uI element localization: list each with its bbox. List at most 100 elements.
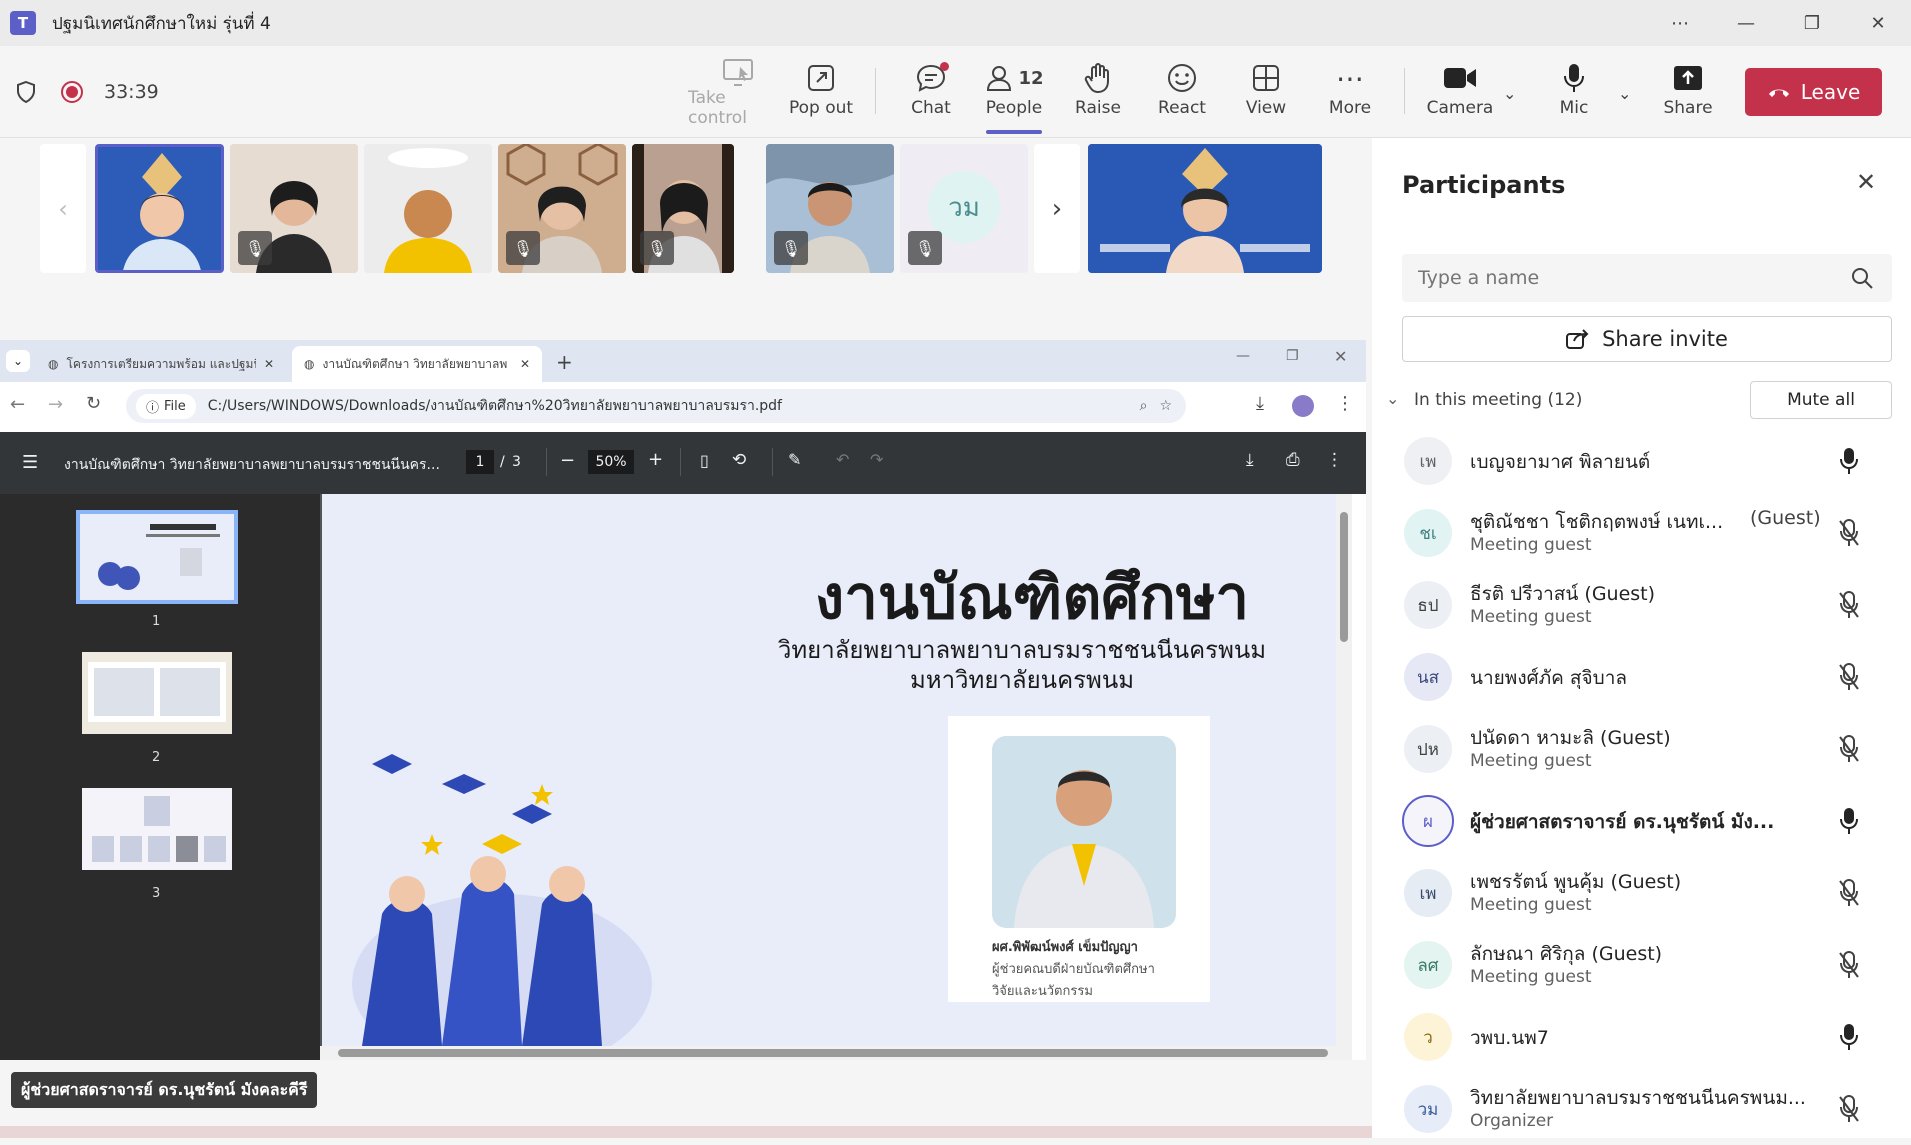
participant-row[interactable]: วม วิทยาลัยพยาบาลบรมราชชนนีนครพนม... Organ… — [1372, 1073, 1911, 1145]
site-info-chip[interactable]: ⓘ File — [136, 393, 196, 419]
participant-row[interactable]: ผ ผู้ช่วยศาสตราจารย์ ดร.นุชรัตน์ มัง... — [1372, 785, 1911, 857]
camera-button[interactable]: Camera — [1420, 58, 1500, 128]
horizontal-scrollbar[interactable] — [320, 1046, 1336, 1060]
zoom-icon[interactable]: ⌕ — [1140, 398, 1148, 414]
section-collapse-chevron-icon[interactable]: ⌄ — [1386, 389, 1399, 408]
scrollbar-thumb[interactable] — [1340, 512, 1348, 642]
thumbnail-preview — [82, 788, 232, 870]
mic-button[interactable]: Mic — [1534, 58, 1614, 128]
participant-row[interactable]: ชเ ชุติณัชชา โชติกฤตพงษ์ เนทเ... (Guest) Me… — [1372, 497, 1911, 569]
video-tile-active-speaker[interactable] — [95, 144, 224, 273]
tab-search-chevron-icon[interactable]: ⌄ — [6, 350, 30, 372]
redo-icon[interactable]: ↷ — [870, 450, 883, 469]
mic-off-icon[interactable] — [1837, 950, 1861, 980]
participant-row[interactable]: ว วพบ.นพ7 — [1372, 1001, 1911, 1073]
people-button[interactable]: 12 People — [974, 58, 1054, 134]
participant-row[interactable]: เพ เพชรรัตน์ พูนคุ้ม (Guest) Meeting guest — [1372, 857, 1911, 929]
strip-prev-button[interactable]: ‹ — [40, 144, 86, 273]
participant-search-input[interactable] — [1402, 254, 1842, 302]
print-icon[interactable]: ⎙ — [1286, 450, 1300, 470]
scrollbar-thumb[interactable] — [338, 1049, 1328, 1057]
new-tab-icon[interactable]: + — [556, 350, 573, 374]
leave-button[interactable]: Leave — [1745, 68, 1882, 116]
participant-row[interactable]: ปห ปนัดดา หามะลิ (Guest) Meeting guest — [1372, 713, 1911, 785]
restore-icon[interactable]: ❐ — [1779, 0, 1845, 46]
pdf-download-icon[interactable]: ⤓ — [1246, 450, 1254, 470]
mic-off-icon[interactable] — [1837, 734, 1861, 764]
participant-name: ธีรติ ปรีวาสน์ (Guest) — [1470, 583, 1656, 605]
raise-hand-button[interactable]: Raise — [1058, 58, 1138, 128]
mic-options-chevron-icon[interactable]: ⌄ — [1618, 84, 1631, 103]
thumbnail-page-2[interactable] — [82, 652, 232, 734]
chat-button[interactable]: Chat — [891, 58, 971, 128]
thumbnail-page-1[interactable] — [76, 510, 238, 604]
mic-off-icon[interactable] — [1837, 518, 1861, 548]
take-control-button[interactable]: Take control — [688, 58, 788, 128]
fit-page-icon[interactable]: ▯ — [700, 451, 709, 470]
video-tile[interactable]: 🎙 — [766, 144, 894, 273]
mic-off-icon[interactable] — [1837, 878, 1861, 908]
participant-row[interactable]: ลศ ลักษณา ศิริกุล (Guest) Meeting guest — [1372, 929, 1911, 1001]
tab-close-icon[interactable]: ✕ — [520, 357, 530, 371]
mic-off-icon[interactable] — [1837, 662, 1861, 692]
share-button[interactable]: Share — [1648, 58, 1728, 128]
pdf-more-icon[interactable]: ⋮ — [1326, 450, 1343, 470]
close-panel-icon[interactable]: ✕ — [1856, 168, 1876, 196]
more-button[interactable]: ⋯ More — [1310, 58, 1390, 128]
profile-avatar[interactable] — [1292, 395, 1314, 417]
zoom-out-icon[interactable]: − — [560, 450, 575, 471]
browser-tab-active[interactable]: ◍ งานบัณฑิตศึกษา วิทยาลัยพยาบาลพ ✕ — [292, 346, 542, 382]
browser-tab[interactable]: ◍ โครงการเตรียมความพร้อม และปฐมนิ ✕ — [36, 346, 286, 382]
browser-minimize-icon[interactable]: — — [1236, 348, 1250, 364]
pdf-sidebar-menu-icon[interactable]: ☰ — [22, 452, 38, 473]
mute-all-button[interactable]: Mute all — [1750, 381, 1892, 419]
video-tile[interactable]: 🎙 — [498, 144, 626, 273]
zoom-in-icon[interactable]: + — [648, 449, 663, 470]
pdf-viewer[interactable]: งานบัณฑิตศึกษา วิทยาลัยพยาบาลพยาบาลบรมรา… — [320, 494, 1352, 1060]
download-icon[interactable]: ⤓ — [1256, 393, 1264, 414]
pop-out-button[interactable]: Pop out — [781, 58, 861, 128]
profile-photo — [992, 736, 1176, 928]
mic-off-icon[interactable] — [1837, 1094, 1861, 1124]
mic-on-icon[interactable] — [1837, 1022, 1861, 1052]
participant-search-box[interactable] — [1402, 254, 1892, 302]
shield-icon[interactable] — [14, 80, 38, 104]
share-invite-button[interactable]: Share invite — [1402, 316, 1892, 362]
video-tile[interactable]: วม 🎙 — [900, 144, 1028, 273]
minimize-icon[interactable]: — — [1713, 0, 1779, 46]
rotate-icon[interactable]: ⟲ — [732, 450, 746, 470]
reload-icon[interactable]: ↻ — [86, 393, 101, 414]
react-button[interactable]: React — [1142, 58, 1222, 128]
url-input[interactable]: ⓘ File C:/Users/WINDOWS/Downloads/งานบัณฑ… — [126, 389, 1186, 423]
browser-restore-icon[interactable]: ❐ — [1286, 348, 1299, 364]
thumbnail-page-3[interactable] — [82, 788, 232, 870]
page-number-input[interactable]: 1 — [466, 450, 494, 474]
participant-avatar: ธป — [1404, 581, 1452, 629]
back-icon[interactable]: ← — [10, 394, 25, 415]
bookmark-star-icon[interactable]: ☆ — [1159, 398, 1172, 414]
vertical-scrollbar[interactable] — [1336, 494, 1352, 1060]
participant-row[interactable]: นส นายพงศ์ภัค สุจิบาล — [1372, 641, 1911, 713]
view-button[interactable]: View — [1226, 58, 1306, 128]
browser-close-icon[interactable]: ✕ — [1334, 347, 1347, 366]
video-tile[interactable]: 🎙 — [632, 144, 734, 273]
mic-off-icon[interactable] — [1837, 590, 1861, 620]
close-window-icon[interactable]: ✕ — [1845, 0, 1911, 46]
draw-icon[interactable]: ✎ — [788, 450, 801, 469]
mic-on-icon[interactable] — [1837, 806, 1861, 836]
more-options-icon[interactable]: ⋯ — [1647, 0, 1713, 46]
zoom-level-input[interactable]: 50% — [588, 450, 634, 474]
participant-row[interactable]: เพ เบญจยามาศ พิลายนต์ — [1372, 425, 1911, 497]
participant-row[interactable]: ธป ธีรติ ปรีวาสน์ (Guest) Meeting guest — [1372, 569, 1911, 641]
forward-icon[interactable]: → — [48, 394, 63, 415]
mic-on-icon[interactable] — [1837, 446, 1861, 476]
undo-icon[interactable]: ↶ — [836, 450, 849, 469]
strip-next-button[interactable]: › — [1034, 144, 1080, 273]
browser-menu-icon[interactable]: ⋮ — [1336, 393, 1354, 414]
camera-options-chevron-icon[interactable]: ⌄ — [1503, 84, 1516, 103]
video-tile[interactable] — [364, 144, 492, 273]
video-tile-large[interactable] — [1088, 144, 1322, 273]
tab-close-icon[interactable]: ✕ — [264, 357, 274, 371]
hang-up-icon — [1768, 89, 1789, 97]
video-tile[interactable]: 🎙 — [230, 144, 358, 273]
